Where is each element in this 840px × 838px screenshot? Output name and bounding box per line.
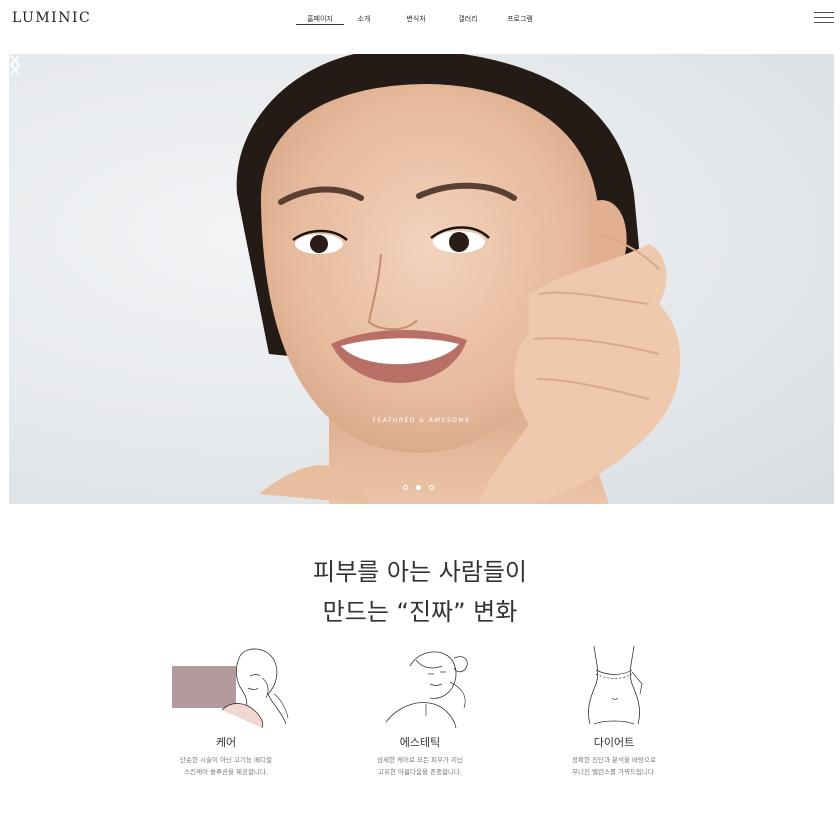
slider-dot-active[interactable] — [416, 485, 421, 490]
description-line: 스킨케어 솔루션을 제공합니다. — [184, 768, 268, 776]
brand-logo[interactable]: LUMINIC — [12, 10, 91, 26]
hamburger-icon[interactable] — [814, 12, 834, 24]
description-line: 무너진 밸런스를 가꿔드립니다. — [572, 768, 656, 776]
main-nav: 홈페이지 소개 변식처 갤러리 프로그램 — [296, 12, 540, 26]
hero-portrait-image — [236, 54, 681, 504]
nav-item-gallery[interactable]: 갤러리 — [448, 13, 488, 25]
menu-line — [814, 22, 834, 23]
service-title: 다이어트 — [593, 736, 635, 749]
waist-measure-illustration — [588, 645, 643, 725]
slider-dots — [403, 485, 442, 490]
nav-item-home[interactable]: 홈페이지 — [296, 13, 344, 25]
slider-dot[interactable] — [429, 485, 434, 490]
description-line: 단순한 시술이 아닌 고기능 메디컬 — [180, 756, 272, 764]
chevron-right-icon[interactable] — [9, 54, 21, 76]
headline-line-1: 피부를 아는 사람들이 — [313, 558, 527, 586]
service-description: 정확한 진단과 분석을 바탕으로 무너진 밸런스를 가꿔드립니다. — [524, 754, 704, 778]
service-card-diet[interactable]: 다이어트 정확한 진단과 분석을 바탕으로 무너진 밸런스를 가꿔드립니다. — [524, 638, 704, 788]
service-title: 케어 — [215, 736, 237, 749]
menu-line — [814, 17, 834, 18]
service-description: 섬세한 케어로 모든 피부가 지닌 고유한 아름다움을 존중합니다. — [330, 754, 510, 778]
service-title: 에스테틱 — [399, 736, 441, 749]
nav-item-locations[interactable]: 변식처 — [396, 13, 436, 25]
nav-item-program[interactable]: 프로그램 — [500, 13, 540, 25]
slider-dot[interactable] — [403, 485, 408, 490]
hero-caption: FEATURED & AWESOME — [372, 417, 471, 424]
description-line: 정확한 진단과 분석을 바탕으로 — [572, 756, 656, 764]
facial-treatment-illustration — [385, 651, 468, 729]
face-care-illustration — [221, 648, 289, 729]
headline-line-2: 만드는 “진짜” 변화 — [322, 598, 518, 626]
section-headline: 피부를 아는 사람들이 만드는 “진짜” 변화 — [0, 552, 840, 632]
site-header: LUMINIC 홈페이지 소개 변식처 갤러리 프로그램 — [0, 0, 840, 36]
service-card-esthetic[interactable]: 에스테틱 섬세한 케어로 모든 피부가 지닌 고유한 아름다움을 존중합니다. — [330, 638, 510, 788]
description-line: 고유한 아름다움을 존중합니다. — [378, 768, 462, 776]
nav-item-about[interactable]: 소개 — [344, 13, 384, 25]
hero-slider: FEATURED & AWESOME — [9, 54, 834, 504]
menu-line — [814, 12, 834, 13]
description-line: 섬세한 케어로 모든 피부가 지닌 — [376, 756, 463, 764]
service-card-care[interactable]: 케어 단순한 시술이 아닌 고기능 메디컬 스킨케어 솔루션을 제공합니다. — [136, 638, 316, 788]
service-description: 단순한 시술이 아닌 고기능 메디컬 스킨케어 솔루션을 제공합니다. — [136, 754, 316, 778]
